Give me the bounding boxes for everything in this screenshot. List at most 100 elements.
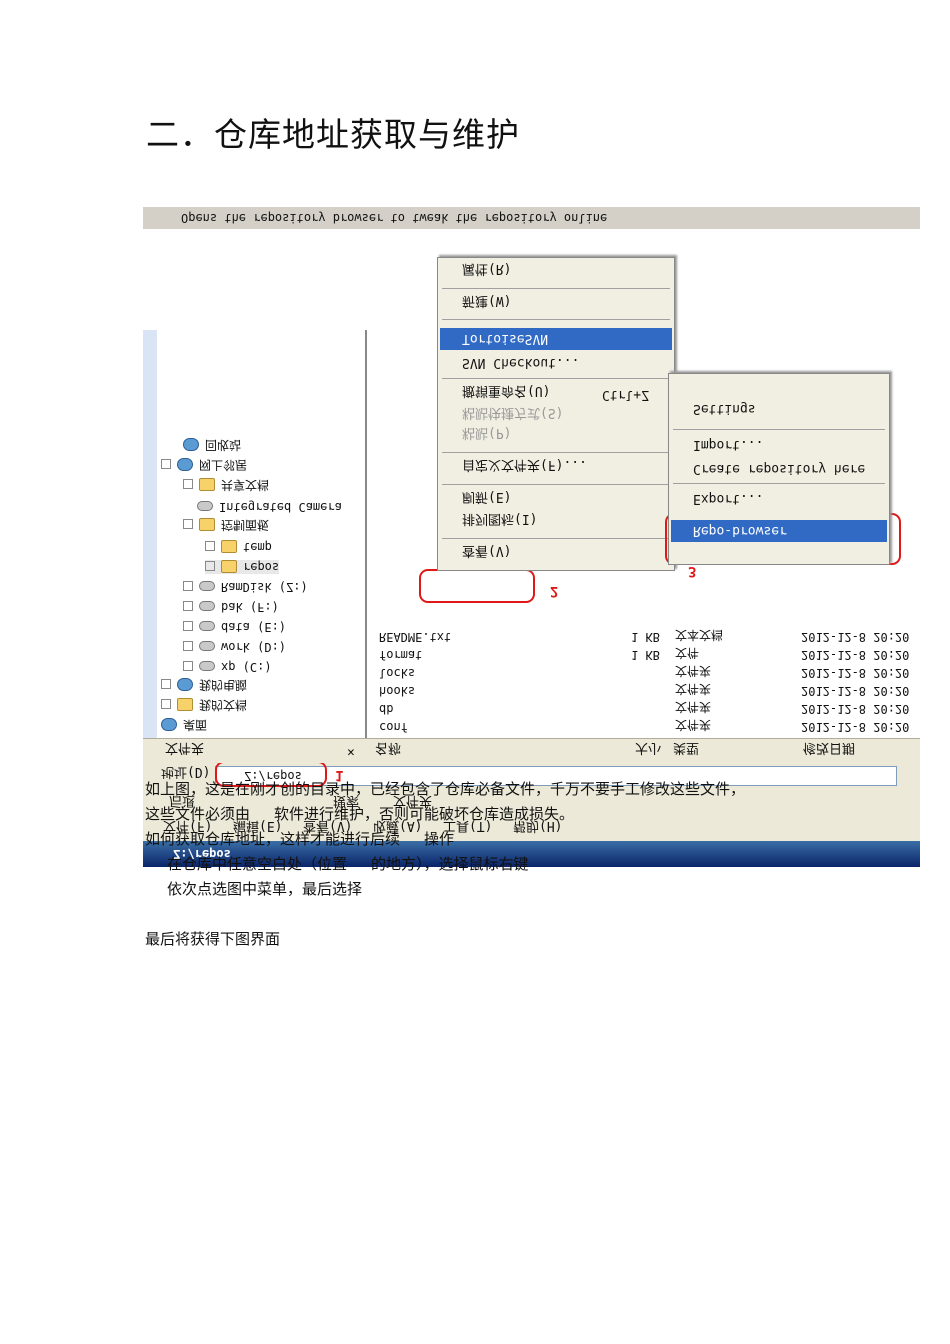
submenu-repo-browser[interactable]: Repo-browser: [693, 523, 787, 538]
context-menu: 查看(V) 排列图标(I) 刷新(E) 自定义文件夹(F)... 粘贴(P) 粘…: [437, 257, 675, 571]
file-size: 1 KB: [631, 630, 660, 644]
drive-icon: [199, 581, 215, 592]
menu-item-tortoisesvn[interactable]: TortoiseSVN: [462, 331, 548, 346]
file-type: 文件夹: [675, 682, 712, 696]
tree-close-button[interactable]: ×: [347, 744, 355, 759]
paragraph-3: 如何获取仓库地址，这样才能进行后续 操作: [145, 830, 455, 848]
submenu-export[interactable]: Export...: [693, 491, 763, 506]
menu-item-view[interactable]: 查看(V): [462, 543, 511, 562]
expand-icon[interactable]: [183, 479, 193, 490]
file-type: 文本文档: [675, 628, 724, 642]
flipped-explorer-window: Z:/repos 文件(F) 编辑(E) 查看(V) 收藏(A) 工具(T) 帮…: [143, 202, 920, 867]
menu-item-undo-rename[interactable]: 撤销重命名(U): [462, 383, 550, 402]
tree-item-desktop[interactable]: 桌面: [161, 717, 207, 734]
paragraph-6: 最后将获得下图界面: [145, 930, 281, 948]
collapse-icon[interactable]: [161, 679, 171, 690]
submenu-import[interactable]: Import...: [693, 437, 763, 452]
expand-icon[interactable]: [205, 561, 215, 572]
file-row-locks[interactable]: locks: [379, 666, 415, 680]
expand-icon[interactable]: [161, 459, 171, 470]
expand-icon[interactable]: [183, 641, 193, 652]
file-row-hooks[interactable]: hooks: [379, 684, 415, 698]
camera-icon: [197, 501, 213, 512]
paragraph-2: 这些文件必须由 软件进行维护，否则可能破坏仓库造成损失。: [145, 805, 575, 823]
panel-headers: 文件夹 × 名称 大小 类型 修改日期: [143, 738, 920, 763]
drive-icon: [199, 601, 215, 612]
paragraph-5: 依次点选图中菜单，最后选择: [167, 880, 363, 898]
tree-item-drive-c[interactable]: xp (C:): [183, 660, 272, 674]
expand-icon[interactable]: [183, 519, 193, 530]
marker-2: 2: [550, 583, 559, 599]
tree-item-camera[interactable]: Integrated Camera: [197, 500, 342, 514]
expand-icon[interactable]: [161, 699, 171, 710]
submenu-settings[interactable]: Settings: [693, 401, 756, 416]
col-header-size[interactable]: 大小: [635, 740, 661, 759]
col-header-type[interactable]: 类型: [673, 740, 699, 759]
folder-tree: 桌面 我的文档 我的电脑 xp (C:) work (D:) data (E:)…: [157, 330, 367, 738]
menu-shortcut-undo: Ctrl+Z: [602, 387, 649, 402]
tree-item-network[interactable]: 网上邻居: [161, 457, 247, 474]
file-row-db[interactable]: db: [379, 702, 393, 716]
file-type: 文件夹: [675, 718, 712, 732]
folder-icon: [221, 560, 237, 573]
recycle-icon: [183, 438, 199, 451]
paragraph-1: 如上图，这是在刚才创的目录中，已经包含了仓库必备文件，千万不要手工修改这些文件，: [145, 780, 746, 798]
file-row-format[interactable]: format: [379, 648, 422, 662]
menu-item-new[interactable]: 新建(W): [462, 293, 511, 312]
file-date: 2012-12-8 20:20: [801, 648, 910, 662]
menu-item-paste-shortcut[interactable]: 粘贴快捷方式(S): [462, 405, 563, 424]
expand-icon[interactable]: [205, 541, 215, 552]
explorer-screenshot: Z:/repos 文件(F) 编辑(E) 查看(V) 收藏(A) 工具(T) 帮…: [143, 202, 920, 867]
tooltip-text: Opens the repository browser to tweak th…: [181, 211, 608, 225]
tortoise-submenu: Repo-browser Export... Create repository…: [668, 373, 890, 565]
tree-item-documents[interactable]: 我的文档: [161, 697, 247, 714]
col-header-date[interactable]: 修改日期: [803, 740, 855, 759]
file-date: 2012-12-8 20:20: [801, 630, 910, 644]
tree-item-temp[interactable]: temp: [205, 540, 272, 554]
tree-item-control-panel[interactable]: 控制面板: [183, 517, 269, 534]
expand-icon[interactable]: [183, 601, 193, 612]
file-size: 1 KB: [631, 648, 660, 662]
tree-item-shared-docs[interactable]: 共享文档: [183, 477, 269, 494]
tree-header: 文件夹: [165, 740, 205, 755]
file-date: 2012-12-8 20:20: [801, 702, 910, 716]
task-pane-strip: [143, 330, 157, 738]
menu-item-arrange[interactable]: 排列图标(I): [462, 511, 537, 530]
marker-3: 3: [688, 563, 697, 579]
expand-icon[interactable]: [183, 621, 193, 632]
computer-icon: [177, 678, 193, 691]
folder-icon: [221, 540, 237, 553]
drive-icon: [199, 661, 215, 672]
menu-item-refresh[interactable]: 刷新(E): [462, 489, 511, 508]
submenu-create-repo[interactable]: Create repository here: [693, 461, 865, 476]
drive-icon: [199, 641, 215, 652]
tree-item-drive-f[interactable]: bak (F:): [183, 600, 279, 614]
tree-item-drive-d[interactable]: work (D:): [183, 640, 286, 654]
section-heading: 二．仓库地址获取与维护: [146, 115, 520, 154]
file-type: 文件: [675, 646, 700, 660]
expand-icon[interactable]: [183, 661, 193, 672]
drive-icon: [199, 621, 215, 632]
menu-item-properties[interactable]: 属性(R): [462, 261, 511, 280]
file-row-readme[interactable]: README.txt: [379, 630, 451, 644]
tree-item-recycle-bin[interactable]: 回收站: [183, 437, 241, 454]
menu-item-paste[interactable]: 粘贴(P): [462, 425, 511, 444]
tree-item-drive-z[interactable]: RamDisk (Z:): [183, 580, 308, 594]
menu-item-customize[interactable]: 自定义文件夹(F)...: [462, 457, 587, 476]
network-icon: [177, 458, 193, 471]
file-row-conf[interactable]: conf: [379, 720, 408, 734]
tree-item-repos[interactable]: repos: [205, 560, 280, 574]
col-header-name[interactable]: 名称: [375, 740, 401, 759]
folder-icon: [199, 478, 215, 491]
desktop-icon: [161, 718, 177, 731]
marker-box-2: [419, 569, 535, 603]
tree-item-computer[interactable]: 我的电脑: [161, 677, 247, 694]
collapse-icon[interactable]: [183, 581, 193, 592]
tree-item-drive-e[interactable]: data (E:): [183, 620, 286, 634]
tooltip-bar: Opens the repository browser to tweak th…: [143, 207, 920, 229]
control-panel-icon: [199, 518, 215, 531]
documents-icon: [177, 698, 193, 711]
file-date: 2012-12-8 20:20: [801, 684, 910, 698]
file-date: 2012-12-8 20:20: [801, 666, 910, 680]
menu-item-svn-checkout[interactable]: SVN Checkout...: [462, 355, 579, 370]
